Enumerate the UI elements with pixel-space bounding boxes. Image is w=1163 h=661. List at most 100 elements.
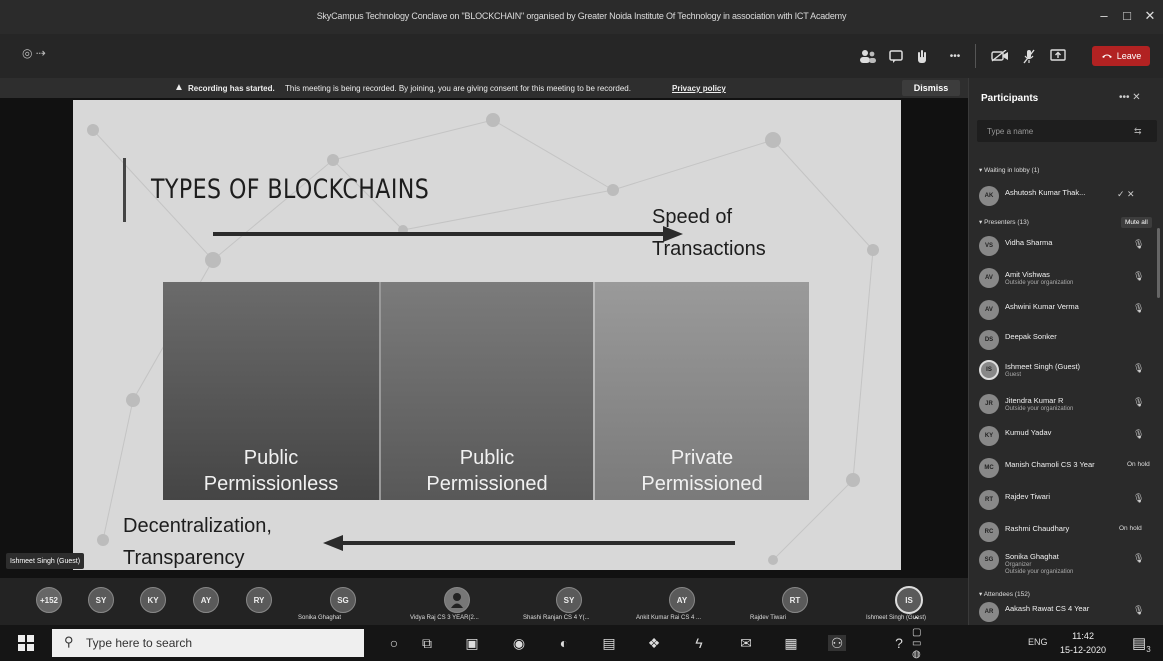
participant-subtitle: Guest xyxy=(1005,372,1022,378)
mail-icon[interactable]: ✉ xyxy=(737,635,755,651)
speed-of-transactions-label: Speed of Transactions xyxy=(652,201,766,265)
box-private-permissioned: Private Permissioned xyxy=(593,282,809,500)
participant-avatar[interactable]: RY xyxy=(246,587,272,613)
participant-row[interactable]: AV Ashwini Kumar Verma 🎙 xyxy=(979,298,1151,322)
participant-row[interactable]: RC Rashmi Chaudhary On hold xyxy=(979,520,1151,544)
decen-line-1: Decentralization, xyxy=(123,515,272,537)
participant-avatar[interactable]: AY xyxy=(193,587,219,613)
minimize-button[interactable]: – xyxy=(1092,8,1116,23)
app-icon[interactable]: ϟ xyxy=(690,635,708,651)
waiting-lobby-header[interactable]: ▾ Waiting in lobby (1) xyxy=(979,166,1039,174)
task-view-icon[interactable]: ⧉ xyxy=(418,635,436,651)
edge-icon[interactable]: ◐ xyxy=(555,635,573,651)
participant-row[interactable]: VS Vidha Sharma 🎙 xyxy=(979,234,1151,258)
on-hold-status: On hold xyxy=(1127,461,1150,468)
participant-name: Ishmeet Singh (Guest) xyxy=(1005,362,1081,371)
phone-hangup-icon xyxy=(1101,54,1112,58)
share-screen-icon[interactable] xyxy=(1047,47,1069,65)
windows-start-icon[interactable] xyxy=(18,635,34,651)
participant-avatar[interactable]: RT xyxy=(782,587,808,613)
avatar: JR xyxy=(979,394,999,414)
participant-avatar[interactable]: SY xyxy=(556,587,582,613)
app-icon[interactable]: ▦ xyxy=(782,635,800,651)
participant-name: Manish Chamoli CS 3 Year xyxy=(1005,460,1095,469)
search-icon: ⚲ xyxy=(64,634,74,649)
tray-icons[interactable]: ⌃ ▢ ▭ ◍ 🔈 xyxy=(912,616,930,661)
close-button[interactable]: ✕ xyxy=(1138,8,1162,24)
warning-icon: ▲ xyxy=(174,82,184,93)
panel-title: Participants xyxy=(981,93,1039,104)
participant-row[interactable]: IS Ishmeet Singh (Guest) Guest 🎙 xyxy=(979,358,1151,382)
presenter-name-tag: Ishmeet Singh (Guest) xyxy=(6,553,85,569)
avatar: AV xyxy=(979,268,999,288)
presenters-header[interactable]: ▾ Presenters (13) xyxy=(979,218,1029,226)
participant-row[interactable]: KY Kumud Yadav 🎙 xyxy=(979,424,1151,448)
leave-button[interactable]: Leave xyxy=(1092,46,1150,66)
participant-name: Rashmi Chaudhary xyxy=(1005,524,1070,533)
participant-avatar[interactable]: SY xyxy=(88,587,114,613)
box-public-permissionless: Public Permissionless xyxy=(163,282,379,500)
panel-scrollbar[interactable] xyxy=(1157,228,1160,298)
participant-row[interactable]: AR Aakash Rawat CS 4 Year 🎙 xyxy=(979,600,1151,624)
participant-avatar[interactable]: IS xyxy=(895,586,923,614)
speed-line-2: Transactions xyxy=(652,238,766,260)
dropbox-icon[interactable]: ❖ xyxy=(645,635,663,651)
help-icon[interactable]: ? xyxy=(890,635,908,651)
participant-row[interactable]: JR Jitendra Kumar R Outside your organiz… xyxy=(979,392,1151,416)
mic-off-icon[interactable] xyxy=(1018,47,1040,65)
speed-line-1: Speed of xyxy=(652,206,733,228)
title-accent-bar xyxy=(123,158,126,222)
maximize-button[interactable]: □ xyxy=(1115,8,1139,23)
clock-date: 15-12-2020 xyxy=(1060,645,1107,655)
notification-icon[interactable]: ▤3 xyxy=(1132,634,1151,654)
participant-row[interactable]: AV Amit Vishwas Outside your organizatio… xyxy=(979,266,1151,290)
participant-row[interactable]: AK Ashutosh Kumar Thak... ✓ ✕ xyxy=(979,184,1151,208)
on-hold-status: On hold xyxy=(1119,525,1142,532)
attendees-header[interactable]: ▾ Attendees (152) xyxy=(979,590,1030,598)
mute-all-button[interactable]: Mute all xyxy=(1121,217,1152,228)
app-icon[interactable]: ▣ xyxy=(463,635,481,651)
dismiss-button[interactable]: Dismiss xyxy=(902,80,960,96)
participant-photo-avatar[interactable] xyxy=(444,587,470,613)
avatar: AR xyxy=(979,602,999,622)
decentralization-arrow-left xyxy=(323,535,735,551)
participant-row[interactable]: MC Manish Chamoli CS 3 Year On hold xyxy=(979,456,1151,480)
admit-deny-icons[interactable]: ✓ ✕ xyxy=(1117,189,1135,200)
more-actions-icon[interactable]: ••• xyxy=(944,47,966,65)
cortana-icon[interactable]: ○ xyxy=(385,635,403,651)
privacy-policy-link[interactable]: Privacy policy xyxy=(672,84,726,93)
clock[interactable]: 11:42 15-12-2020 xyxy=(1060,629,1106,657)
participant-search-input[interactable]: Type a name xyxy=(977,120,1157,142)
chat-icon[interactable] xyxy=(885,47,907,65)
raise-hand-icon[interactable] xyxy=(911,47,933,65)
notification-count: 3 xyxy=(1146,645,1151,654)
panel-controls[interactable]: ••• ✕ xyxy=(1119,92,1141,103)
teams-icon[interactable]: ⚇ xyxy=(828,635,846,651)
mic-muted-icon: 🎙 xyxy=(1133,493,1145,503)
mic-muted-icon: 🎙 xyxy=(1133,553,1145,563)
camera-off-icon[interactable] xyxy=(989,47,1011,65)
blockchain-types-grid: Public Permissionless Public Permissione… xyxy=(163,282,809,500)
avatar: AK xyxy=(979,186,999,206)
participants-panel: Participants ••• ✕ Type a name ⇆ ▾ Waiti… xyxy=(968,78,1163,625)
participant-avatar[interactable]: AY xyxy=(669,587,695,613)
store-icon[interactable]: ▤ xyxy=(600,635,618,651)
mic-muted-icon: 🎙 xyxy=(1133,271,1145,281)
more-participants-count[interactable]: +152 xyxy=(36,587,62,613)
participant-row[interactable]: RT Rajdev Tiwari 🎙 xyxy=(979,488,1151,512)
taskbar-search-box[interactable]: ⚲ Type here to search xyxy=(52,629,364,657)
mic-on-icon: 🎙 xyxy=(1133,363,1145,373)
meeting-timer-control[interactable]: ◎ ⇢ xyxy=(22,46,46,60)
participant-subtitle: Organizer xyxy=(1005,562,1032,568)
participants-icon[interactable] xyxy=(857,47,879,65)
mic-muted-icon: 🎙 xyxy=(1133,303,1145,313)
chrome-icon[interactable]: ◉ xyxy=(510,635,528,651)
participant-row[interactable]: SG Sonika Ghaghat Organizer Outside your… xyxy=(979,548,1151,580)
participant-subtitle-2: Outside your organization xyxy=(1005,569,1074,575)
participant-avatar[interactable]: KY xyxy=(140,587,166,613)
participant-subtitle: Outside your organization xyxy=(1005,280,1074,286)
share-invite-icon[interactable]: ⇆ xyxy=(1134,126,1142,137)
participant-row[interactable]: DS Deepak Sonker xyxy=(979,328,1151,352)
participant-avatar[interactable]: SG xyxy=(330,587,356,613)
language-indicator[interactable]: ENG xyxy=(1028,637,1048,647)
